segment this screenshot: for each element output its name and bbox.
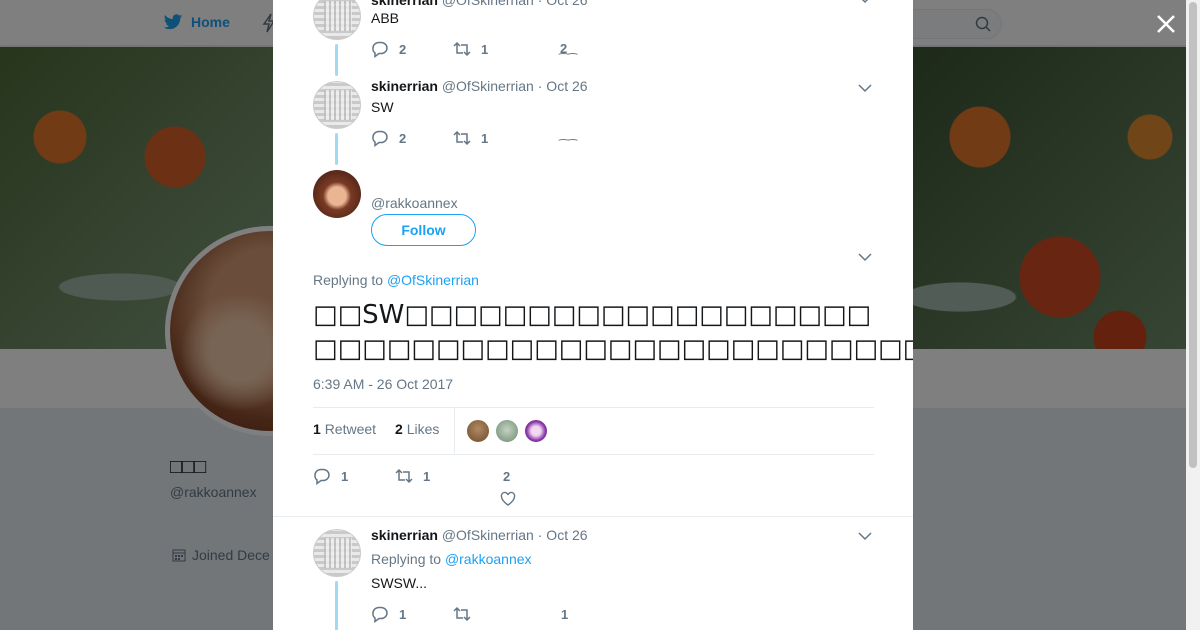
- retweet-stat[interactable]: 1 Retweet: [313, 421, 376, 437]
- like-count[interactable]: 1: [561, 607, 568, 622]
- replying-handle-link[interactable]: @OfSkinerrian: [387, 272, 479, 288]
- replying-handle-link[interactable]: @rakkoannex: [445, 551, 532, 567]
- close-button[interactable]: [1154, 12, 1178, 36]
- tweet-date[interactable]: · Oct 26: [538, 78, 588, 94]
- avatar[interactable]: [313, 529, 361, 577]
- tweet-text: SWSW...: [371, 575, 427, 591]
- main-tweet-actions: 1 1 2: [313, 466, 613, 506]
- heart-icon[interactable]: ⁀⁀: [559, 53, 577, 66]
- reply-icon: [372, 606, 388, 623]
- tweet-header: skinerrian @OfSkinerrian · Oct 26: [371, 527, 588, 543]
- retweet-icon: [453, 41, 471, 57]
- author-handle[interactable]: @OfSkinerrian: [442, 78, 534, 94]
- like-stat[interactable]: 2 Likes: [395, 421, 439, 437]
- retweet-count: 1: [423, 468, 431, 484]
- scrollbar-thumb[interactable]: [1189, 2, 1197, 468]
- liker-avatar[interactable]: [524, 419, 548, 443]
- thread-line: [335, 44, 338, 76]
- close-icon: [1157, 15, 1175, 33]
- reply-button[interactable]: 2: [371, 129, 406, 147]
- reply-icon: [314, 468, 330, 485]
- main-tweet-text: □□SW□□□□□□□□□□□□□□□□□□□ □□□□□□□□□□□□□□□□□…: [313, 298, 913, 366]
- tweet-date[interactable]: · Oct 26: [538, 0, 588, 8]
- tweet-text: ABB: [371, 10, 400, 26]
- heart-icon[interactable]: [500, 491, 516, 507]
- replying-to: Replying to @OfSkinerrian: [313, 272, 479, 288]
- reply-button[interactable]: 2: [371, 40, 406, 58]
- retweet-stat-count: 1: [313, 421, 321, 437]
- author-name[interactable]: skinerrian: [371, 0, 438, 8]
- chevron-down-icon[interactable]: [858, 531, 872, 541]
- like-stat-count: 2: [395, 421, 403, 437]
- reply-icon: [372, 41, 388, 58]
- retweet-icon: [453, 606, 471, 622]
- like-stat-label: Likes: [406, 421, 440, 437]
- tweet-date[interactable]: · Oct 26: [538, 527, 588, 543]
- thread-tweet[interactable]: skinerrian @OfSkinerrian · Oct 26 ABB 2 …: [313, 0, 873, 76]
- reply-count: 1: [399, 606, 407, 622]
- retweet-button[interactable]: 1: [395, 467, 430, 485]
- tweet-text: SW: [371, 99, 394, 115]
- follow-button[interactable]: Follow: [371, 214, 476, 246]
- reply-count: 2: [399, 41, 407, 57]
- main-tweet-text-line: □□SW□□□□□□□□□□□□□□□□□□□: [313, 300, 872, 330]
- main-tweet-handle[interactable]: @rakkoannex: [371, 195, 458, 211]
- chevron-down-icon[interactable]: [858, 252, 872, 262]
- tweet-header: skinerrian @OfSkinerrian · Oct 26: [371, 0, 588, 8]
- author-name[interactable]: skinerrian: [371, 527, 438, 543]
- chevron-down-icon[interactable]: [858, 83, 872, 93]
- main-tweet-avatar[interactable]: [313, 170, 361, 218]
- reply-count: 1: [341, 468, 349, 484]
- avatar[interactable]: [313, 0, 361, 40]
- like-count: 2: [503, 469, 511, 484]
- author-name[interactable]: skinerrian: [371, 78, 438, 94]
- reply-button[interactable]: 1: [313, 467, 348, 485]
- liker-avatar[interactable]: [466, 419, 490, 443]
- thread-line: [335, 133, 338, 165]
- avatar[interactable]: [313, 81, 361, 129]
- heart-icon[interactable]: ⁀⁀: [559, 139, 577, 152]
- main-tweet-text-line: □□□□□□□□□□□□□□□□□□□□□□□□□□□□□□□□□□□□□□□□…: [313, 334, 913, 364]
- divider: [273, 516, 913, 517]
- replying-prefix: Replying to: [313, 272, 387, 288]
- retweet-stat-label: Retweet: [324, 421, 377, 437]
- retweet-count: 1: [481, 130, 489, 146]
- reply-replying-to: Replying to @rakkoannex: [371, 551, 532, 567]
- tweet-actions: 2 1 2 ⁀⁀: [371, 40, 631, 66]
- author-handle[interactable]: @OfSkinerrian: [442, 0, 534, 8]
- reply-button[interactable]: 1: [371, 605, 406, 623]
- retweet-button[interactable]: 1: [453, 129, 488, 147]
- tweet-stats: 1 Retweet 2 Likes: [313, 407, 874, 455]
- main-tweet-timestamp[interactable]: 6:39 AM - 26 Oct 2017: [313, 376, 453, 392]
- retweet-count: 1: [481, 41, 489, 57]
- tweet-actions: 1 1: [371, 605, 631, 625]
- retweet-icon: [395, 468, 413, 484]
- thread-line: [335, 581, 338, 630]
- retweet-button[interactable]: [453, 605, 471, 623]
- liker-avatar[interactable]: [495, 419, 519, 443]
- thread-tweet[interactable]: skinerrian @OfSkinerrian · Oct 26 SW 2 1…: [313, 78, 873, 165]
- reply-count: 2: [399, 130, 407, 146]
- retweet-icon: [453, 130, 471, 146]
- chevron-down-icon[interactable]: [858, 0, 872, 4]
- reply-icon: [372, 130, 388, 147]
- tweet-actions: 2 1 ⁀⁀: [371, 129, 631, 152]
- stats-divider: [454, 408, 455, 454]
- replying-prefix: Replying to: [371, 551, 445, 567]
- tweet-modal: skinerrian @OfSkinerrian · Oct 26 ABB 2 …: [273, 0, 913, 630]
- retweet-button[interactable]: 1: [453, 40, 488, 58]
- tweet-header: skinerrian @OfSkinerrian · Oct 26: [371, 78, 588, 94]
- page-scrollbar[interactable]: [1186, 0, 1200, 630]
- author-handle[interactable]: @OfSkinerrian: [442, 527, 534, 543]
